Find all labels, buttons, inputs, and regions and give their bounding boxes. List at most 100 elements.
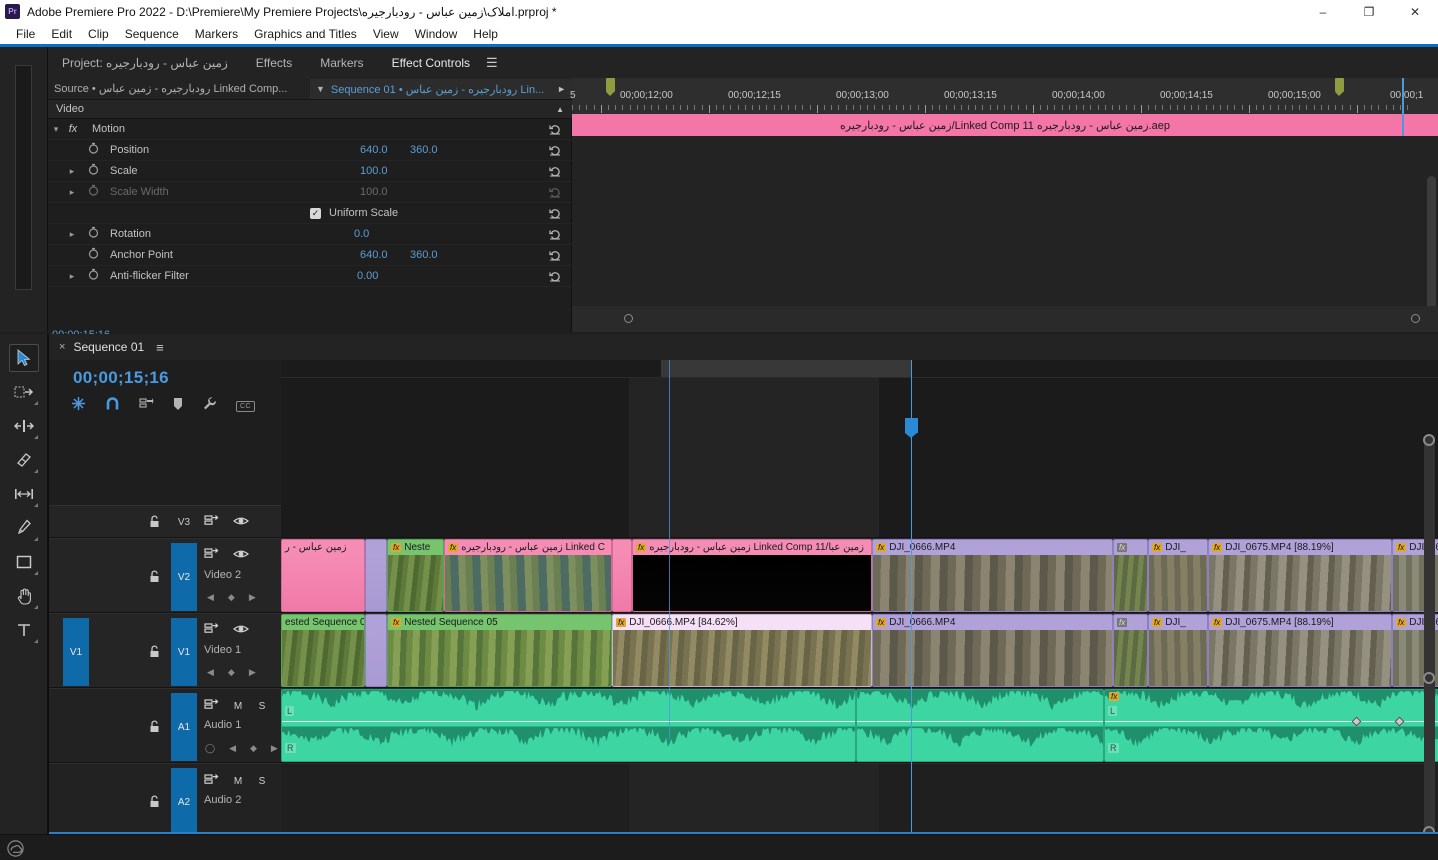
track-sync-indicator-v1[interactable]: V1: [63, 618, 89, 686]
add-keyframe-icon-v2[interactable]: ◆: [228, 592, 235, 603]
prev-keyframe-icon-a1[interactable]: ◀: [229, 743, 236, 754]
creative-cloud-icon[interactable]: [7, 840, 24, 857]
clip-fx-badge-icon[interactable]: fx: [448, 543, 459, 552]
timeline-clip[interactable]: fx DJI_0666.MP4: [872, 539, 1113, 612]
track-select-forward-tool[interactable]: [9, 378, 39, 406]
timeline-playhead[interactable]: [905, 360, 918, 846]
toggle-track-output-icon-v1[interactable]: [233, 622, 249, 640]
property-row-position[interactable]: Position 640.0 360.0: [48, 140, 572, 161]
hand-tool[interactable]: [9, 582, 39, 610]
menu-clip[interactable]: Clip: [80, 25, 117, 43]
next-keyframe-icon-v1[interactable]: ▶: [249, 667, 256, 678]
effect-controls-playhead[interactable]: [1402, 78, 1404, 136]
audio-clip[interactable]: [856, 689, 1104, 762]
toggle-track-output-icon-v2[interactable]: [233, 547, 249, 565]
clip-fx-badge-icon[interactable]: fx: [616, 618, 627, 627]
menu-help[interactable]: Help: [465, 25, 506, 43]
add-marker-icon[interactable]: [173, 397, 183, 416]
timeline-clip[interactable]: fx DJI_: [1148, 614, 1208, 687]
lock-icon-v3[interactable]: [149, 515, 160, 533]
position-x-value[interactable]: 640.0: [360, 144, 388, 156]
timeline-playhead-handle[interactable]: [905, 418, 918, 438]
clip-fx-badge-icon[interactable]: fx: [1212, 543, 1223, 552]
timeline-clip[interactable]: fx زمین عباس - رودبارجیره Linked Comp 11/…: [632, 539, 872, 612]
clip-fx-badge-icon[interactable]: fx: [1212, 618, 1223, 627]
lane-a2[interactable]: [281, 763, 1438, 838]
track-target-v1[interactable]: V1: [171, 618, 197, 686]
pen-tool[interactable]: [9, 514, 39, 542]
track-header-v1[interactable]: V1 V1 Video 1 ◀ ◆ ▶: [49, 613, 281, 688]
close-button[interactable]: ✕: [1392, 0, 1438, 23]
panel-menu-icon[interactable]: ☰: [486, 55, 498, 71]
reset-arrow-icon[interactable]: [549, 228, 562, 241]
lock-icon-a1[interactable]: [149, 720, 160, 738]
tab-markers[interactable]: Markers: [306, 47, 377, 78]
twirl-right-icon[interactable]: ▸: [64, 271, 80, 282]
menu-markers[interactable]: Markers: [187, 25, 246, 43]
prev-keyframe-icon-v2[interactable]: ◀: [207, 592, 214, 603]
clip-fx-badge-icon[interactable]: fx: [1396, 543, 1407, 552]
track-header-a1[interactable]: A1 M S Audio 1 ◯ ◀ ◆ ▶: [49, 688, 291, 763]
audio-clip[interactable]: LR: [281, 689, 856, 762]
linked-selection-icon[interactable]: [139, 397, 154, 416]
effect-controls-clip-bar[interactable]: زمین عباس - رودبارجیره/Linked Comp 11 زم…: [572, 114, 1438, 136]
timeline-clip[interactable]: زمین عباس - ر: [281, 539, 365, 612]
lane-v2[interactable]: زمین عباس - ر fx Neste fx زمین عباس - رودبار…: [281, 538, 1438, 613]
toggle-track-output-icon-v3[interactable]: [233, 514, 249, 532]
lock-icon-v1[interactable]: [149, 645, 160, 663]
twirl-right-icon[interactable]: ▸: [64, 166, 80, 177]
lock-icon-a2[interactable]: [149, 795, 160, 813]
tab-sequence-01[interactable]: Sequence 01: [73, 340, 144, 354]
clip-fx-badge-icon[interactable]: fx: [1152, 543, 1163, 552]
sync-lock-icon-v1[interactable]: [204, 622, 219, 640]
close-tab-icon[interactable]: ×: [49, 341, 73, 353]
stopwatch-icon[interactable]: [88, 225, 104, 243]
timeline-settings-wrench-icon[interactable]: [202, 396, 217, 416]
anchor-x-value[interactable]: 640.0: [360, 249, 388, 261]
track-header-v3[interactable]: V3: [49, 505, 281, 538]
track-name-v2[interactable]: Video 2: [204, 569, 241, 581]
nest-insert-overwrite-icon[interactable]: [71, 396, 86, 416]
clip-fx-badge-icon[interactable]: fx: [876, 543, 887, 552]
effect-controls-marker-2[interactable]: [1335, 78, 1344, 96]
stopwatch-icon[interactable]: [88, 141, 104, 159]
sync-lock-icon-v2[interactable]: [204, 547, 219, 565]
reset-arrow-icon[interactable]: [549, 270, 562, 283]
timeline-clip[interactable]: [365, 614, 387, 687]
timeline-clip[interactable]: ested Sequence 04: [281, 614, 365, 687]
timeline-clip[interactable]: fx DJI_0675.MP4 [88.19%]: [1208, 539, 1392, 612]
timeline-clip[interactable]: fx زمین عباس - رودبارجیره Linked C: [444, 539, 612, 612]
lane-a1[interactable]: L R L Rfx: [281, 688, 1438, 763]
anti-flicker-value[interactable]: 0.00: [357, 270, 378, 282]
chevron-right-icon[interactable]: ►: [557, 84, 566, 94]
collapse-triangle-icon[interactable]: ▲: [556, 105, 564, 114]
timeline-playhead-timecode[interactable]: 00;00;15;16: [73, 368, 169, 388]
timeline-clip[interactable]: fx DJI_0675.MP4 [88.19%]: [1208, 614, 1392, 687]
audio-clip[interactable]: L Rfx: [1104, 689, 1438, 762]
type-tool[interactable]: [9, 616, 39, 644]
property-row-rotation[interactable]: ▸ Rotation 0.0: [48, 224, 572, 245]
chevron-down-icon[interactable]: ▼: [310, 84, 331, 94]
vertical-scroll-knob-top[interactable]: [1423, 434, 1435, 446]
clip-fx-badge-icon[interactable]: fx: [636, 543, 647, 552]
rectangle-tool[interactable]: [9, 548, 39, 576]
timeline-clip[interactable]: fx: [1113, 614, 1148, 687]
sync-lock-icon-a2[interactable]: [204, 773, 219, 791]
track-volume-icon-a1[interactable]: ◯: [205, 743, 215, 754]
rate-stretch-tool[interactable]: [9, 480, 39, 508]
menu-file[interactable]: File: [8, 25, 43, 43]
timeline-panel-menu-icon[interactable]: ≡: [144, 340, 164, 355]
track-name-a2[interactable]: Audio 2: [204, 794, 241, 806]
track-target-a1[interactable]: A1: [171, 693, 197, 761]
timeline-clip[interactable]: [612, 539, 632, 612]
add-keyframe-icon-v1[interactable]: ◆: [228, 667, 235, 678]
track-target-a2[interactable]: A2: [171, 768, 197, 836]
audio-volume-rubberband[interactable]: [1105, 720, 1438, 722]
track-header-a2[interactable]: A2 M S Audio 2: [49, 763, 291, 838]
reset-arrow-icon[interactable]: [549, 144, 562, 157]
audio-volume-rubberband[interactable]: [857, 720, 1103, 722]
clip-fx-badge-icon[interactable]: fx: [391, 618, 402, 627]
minimize-button[interactable]: –: [1300, 0, 1346, 23]
effect-controls-marker-1[interactable]: [606, 78, 615, 96]
sync-lock-icon-a1[interactable]: [204, 698, 219, 716]
